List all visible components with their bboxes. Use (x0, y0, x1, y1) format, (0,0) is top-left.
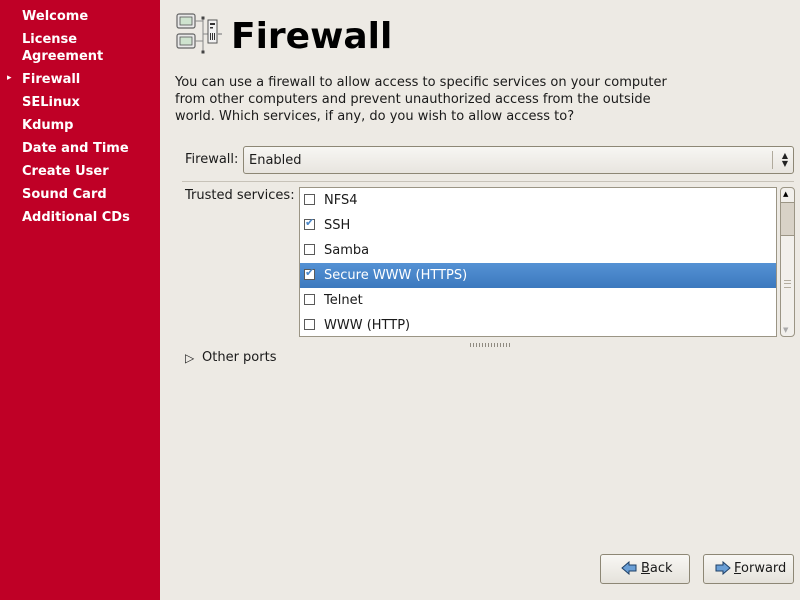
service-row-http[interactable]: WWW (HTTP) (300, 313, 776, 336)
service-row-https[interactable]: ✔ Secure WWW (HTTPS) (300, 263, 776, 288)
expander-triangle-icon[interactable]: ▷ (185, 350, 194, 366)
sidebar: ▸ Welcome License Agreement Firewall SEL… (0, 0, 160, 600)
service-row-samba[interactable]: Samba (300, 238, 776, 263)
sidebar-item-license-agreement: License Agreement (22, 32, 104, 64)
service-checkbox[interactable]: ✔ (304, 266, 315, 280)
scrollbar-thumb[interactable] (781, 202, 794, 236)
divider (182, 181, 794, 182)
combo-updown-icon: ▲ ▼ (781, 151, 788, 168)
scroll-up-arrow-icon[interactable]: ▲ (783, 190, 788, 198)
service-label: SSH (324, 218, 351, 233)
firewall-label: Firewall: (185, 152, 239, 167)
service-label: Secure WWW (HTTPS) (324, 268, 468, 283)
back-button-label: Back (641, 561, 673, 576)
sidebar-item-sound-card: Sound Card (22, 187, 107, 202)
service-label: Samba (324, 243, 370, 258)
sidebar-item-date-and-time: Date and Time (22, 141, 129, 156)
service-checkbox[interactable] (304, 244, 315, 255)
forward-button-label: Forward (734, 561, 787, 576)
services-scrollbar[interactable]: ▲ ▼ (780, 187, 795, 337)
sidebar-item-kdump: Kdump (22, 118, 74, 133)
service-label: Telnet (324, 293, 363, 308)
sidebar-item-welcome: Welcome (22, 9, 89, 24)
sidebar-item-additional-cds: Additional CDs (22, 210, 130, 225)
trusted-services-list[interactable]: NFS4 ✔ SSH Samba ✔ Secure WWW (HTTPS) Te… (299, 187, 777, 337)
service-checkbox[interactable]: ✔ (304, 216, 315, 230)
current-step-arrow-icon: ▸ (7, 73, 12, 83)
scroll-down-arrow-icon[interactable]: ▼ (783, 326, 788, 334)
sidebar-item-selinux: SELinux (22, 95, 80, 110)
firewall-select[interactable]: Enabled ▲ ▼ (243, 146, 794, 174)
service-label: WWW (HTTP) (324, 318, 411, 333)
combo-separator (772, 151, 773, 169)
trusted-services-label: Trusted services: (185, 188, 295, 203)
service-label: NFS4 (324, 193, 358, 208)
forward-arrow-icon (715, 561, 731, 575)
resize-grip-icon[interactable] (470, 343, 510, 347)
service-checkbox[interactable] (304, 194, 315, 205)
service-row-telnet[interactable]: Telnet (300, 288, 776, 313)
service-row-ssh[interactable]: ✔ SSH (300, 213, 776, 238)
page-title: Firewall (231, 16, 393, 57)
page-description: You can use a firewall to allow access t… (175, 75, 667, 124)
check-icon: ✔ (305, 216, 315, 229)
check-icon: ✔ (305, 266, 315, 279)
other-ports-expander[interactable]: Other ports (202, 350, 276, 366)
service-row-nfs4[interactable]: NFS4 (300, 188, 776, 213)
sidebar-item-firewall: Firewall (22, 72, 81, 87)
back-button[interactable]: Back (600, 554, 690, 584)
service-checkbox[interactable] (304, 294, 315, 305)
scrollbar-grip-icon (784, 280, 791, 288)
network-firewall-icon (176, 13, 222, 54)
sidebar-item-create-user: Create User (22, 164, 109, 179)
forward-button[interactable]: Forward (703, 554, 794, 584)
service-checkbox[interactable] (304, 319, 315, 330)
firewall-select-value: Enabled (249, 153, 302, 168)
back-arrow-icon (621, 561, 637, 575)
